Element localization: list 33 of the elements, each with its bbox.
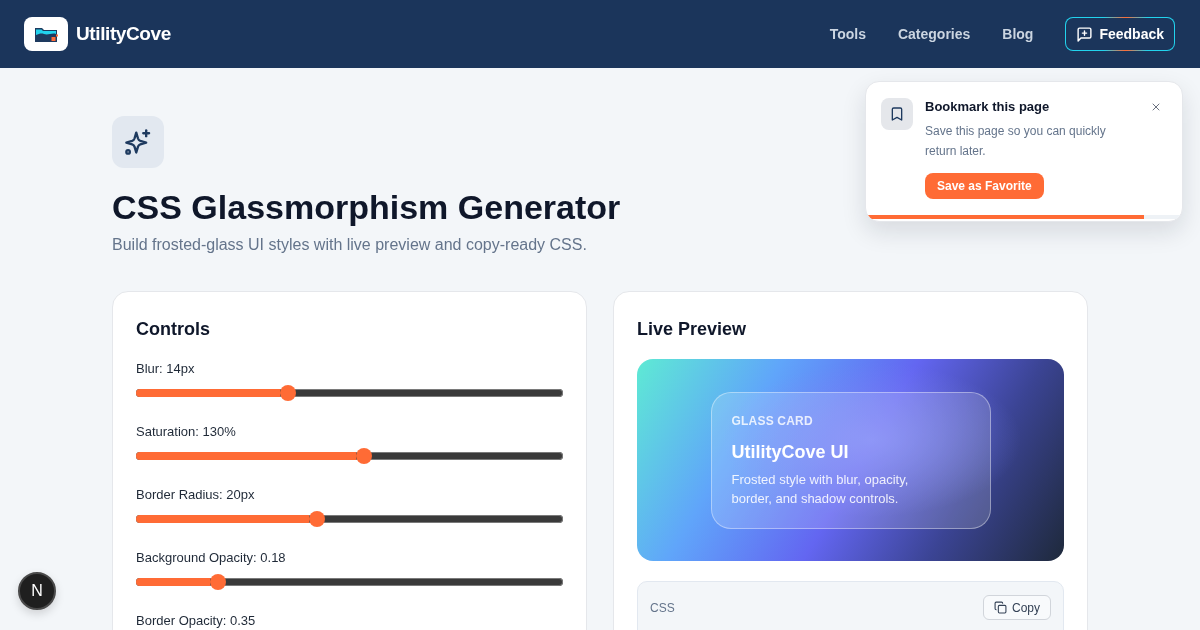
feedback-button[interactable]: Feedback [1065, 17, 1175, 51]
slider-label: Blur: 14px [136, 361, 196, 377]
nav-link[interactable]: Tools [829, 26, 866, 42]
close-icon [1150, 101, 1162, 113]
sparkles-icon [112, 116, 164, 168]
glass-card-text: Frosted style with blur, opacity, border, and shadow controls. [731, 470, 910, 508]
copy-icon [994, 601, 1007, 614]
page-title: CSS Glassmorphism Generator [112, 187, 621, 228]
card-title: Live Preview [637, 318, 748, 341]
close-button[interactable] [1150, 101, 1162, 113]
card-title: Controls [136, 318, 211, 341]
slider-label: Border Opacity: 0.35 [136, 613, 257, 629]
toast-message: Save this page so you can quickly return later. [925, 123, 1107, 160]
brand-name[interactable]: UtilityCove [76, 23, 171, 45]
slider-label: Border Radius: 20px [136, 487, 256, 503]
slider-label: Background Opacity: 0.18 [136, 550, 287, 566]
slider-thumb[interactable] [355, 448, 372, 464]
bookmark-icon [881, 98, 913, 130]
dev-tools-button[interactable]: N [18, 572, 56, 610]
message-plus-icon [1076, 25, 1094, 43]
css-label: CSS [650, 600, 675, 615]
nav-link[interactable]: Blog [1002, 26, 1034, 42]
nav-link[interactable]: Categories [897, 26, 971, 42]
copy-button[interactable]: Copy [983, 595, 1051, 620]
page-subtitle: Build frosted-glass UI styles with live preview and copy-ready CSS. [112, 235, 587, 255]
slider-thumb[interactable] [209, 574, 226, 590]
slider-thumb[interactable] [279, 385, 296, 401]
glass-card-title: UtilityCove UI [731, 440, 850, 464]
toast-title: Bookmark this page [925, 98, 1051, 116]
slider-thumb[interactable] [308, 511, 325, 527]
slider-label: Saturation: 130% [136, 424, 237, 440]
folder-logo-icon[interactable] [24, 17, 68, 51]
glass-card-eyebrow: GLASS CARD [731, 412, 814, 429]
